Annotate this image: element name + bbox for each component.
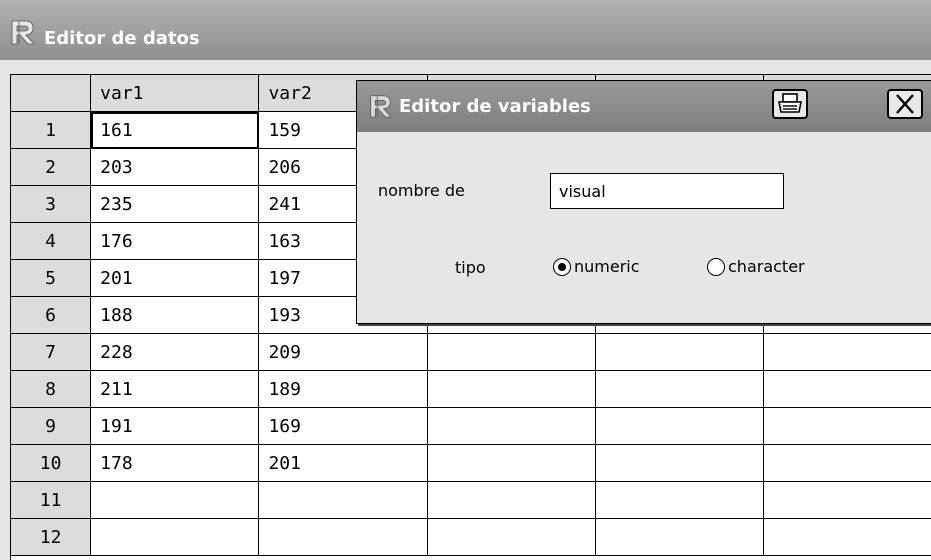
data-cell[interactable] bbox=[595, 370, 764, 408]
r-logo-icon bbox=[370, 95, 392, 118]
table-row: 11 bbox=[11, 481, 931, 519]
data-cell[interactable]: 169 bbox=[258, 407, 428, 445]
data-cell[interactable]: 188 bbox=[90, 296, 260, 334]
variable-editor-dialog: Editor de variables nombre de variable t… bbox=[356, 80, 931, 324]
printer-icon bbox=[778, 93, 802, 113]
table-row: 9 191 169 bbox=[11, 407, 931, 445]
main-title-bar[interactable]: Editor de datos bbox=[0, 0, 931, 60]
row-header[interactable]: 4 bbox=[11, 222, 92, 260]
data-cell[interactable]: 191 bbox=[90, 407, 260, 445]
dialog-title-bar[interactable]: Editor de variables bbox=[357, 81, 931, 132]
data-cell[interactable]: 176 bbox=[90, 222, 260, 260]
data-cell[interactable] bbox=[763, 407, 931, 445]
data-cell[interactable]: 209 bbox=[258, 333, 428, 371]
data-cell[interactable] bbox=[90, 518, 260, 556]
data-cell[interactable]: 235 bbox=[90, 185, 260, 223]
data-cell[interactable] bbox=[763, 370, 931, 408]
row-header[interactable]: 11 bbox=[11, 481, 92, 519]
radio-selected-dot bbox=[558, 263, 566, 271]
data-cell[interactable] bbox=[595, 407, 764, 445]
data-cell[interactable]: 228 bbox=[90, 333, 260, 371]
data-cell[interactable] bbox=[763, 333, 931, 371]
row-header[interactable]: 5 bbox=[11, 259, 92, 297]
data-cell[interactable] bbox=[595, 481, 764, 519]
variable-name-input[interactable] bbox=[550, 173, 784, 209]
row-header[interactable]: 9 bbox=[11, 407, 92, 445]
data-cell[interactable] bbox=[258, 481, 428, 519]
row-header[interactable]: 6 bbox=[11, 296, 92, 334]
table-row: 8 211 189 bbox=[11, 370, 931, 408]
type-option-label: numeric bbox=[574, 257, 640, 276]
data-cell[interactable]: 201 bbox=[258, 444, 428, 482]
data-cell[interactable]: 189 bbox=[258, 370, 428, 408]
table-row: 12 bbox=[11, 518, 931, 556]
row-header[interactable]: 8 bbox=[11, 370, 92, 408]
data-cell[interactable]: 203 bbox=[90, 148, 260, 186]
data-cell[interactable]: 201 bbox=[90, 259, 260, 297]
data-cell[interactable] bbox=[90, 481, 260, 519]
row-header[interactable]: 2 bbox=[11, 148, 92, 186]
data-cell[interactable] bbox=[763, 481, 931, 519]
data-cell[interactable] bbox=[258, 518, 428, 556]
data-cell[interactable]: 178 bbox=[90, 444, 260, 482]
row-header[interactable]: 12 bbox=[11, 518, 92, 556]
window-title: Editor de datos bbox=[44, 28, 200, 49]
type-radio-character[interactable]: character bbox=[707, 256, 847, 280]
row-header[interactable]: 7 bbox=[11, 333, 92, 371]
type-radio-numeric[interactable]: numeric bbox=[553, 256, 673, 280]
print-button[interactable] bbox=[772, 89, 808, 119]
type-label: tipo bbox=[455, 258, 486, 277]
data-cell[interactable] bbox=[427, 444, 596, 482]
radio-circle bbox=[707, 258, 725, 276]
radio-circle bbox=[553, 258, 571, 276]
selected-data-cell[interactable]: 161 bbox=[90, 111, 260, 149]
column-header[interactable]: var1 bbox=[90, 75, 260, 112]
data-cell[interactable] bbox=[427, 518, 596, 556]
data-editor-window: Editor de datos var1 var2 1 161 159 2 203 206 3 2… bbox=[0, 0, 931, 560]
data-cell[interactable] bbox=[595, 444, 764, 482]
data-cell[interactable] bbox=[427, 333, 596, 371]
data-cell[interactable] bbox=[427, 370, 596, 408]
data-cell[interactable] bbox=[763, 444, 931, 482]
row-header[interactable]: 10 bbox=[11, 444, 92, 482]
row-header[interactable]: 1 bbox=[11, 111, 92, 149]
close-button[interactable] bbox=[887, 89, 923, 119]
row-header[interactable]: 3 bbox=[11, 185, 92, 223]
dialog-title: Editor de variables bbox=[399, 96, 591, 117]
corner-cell bbox=[11, 75, 92, 112]
data-cell[interactable]: 211 bbox=[90, 370, 260, 408]
data-cell[interactable] bbox=[763, 518, 931, 556]
variable-name-label: nombre de variable bbox=[378, 181, 465, 206]
r-logo-icon bbox=[11, 20, 35, 45]
data-cell[interactable] bbox=[427, 407, 596, 445]
data-cell[interactable] bbox=[595, 333, 764, 371]
close-icon bbox=[896, 94, 914, 114]
table-row: 7 228 209 bbox=[11, 333, 931, 371]
data-cell[interactable] bbox=[595, 518, 764, 556]
data-cell[interactable] bbox=[427, 481, 596, 519]
table-row: 10 178 201 bbox=[11, 444, 931, 482]
type-option-label: character bbox=[728, 257, 805, 276]
